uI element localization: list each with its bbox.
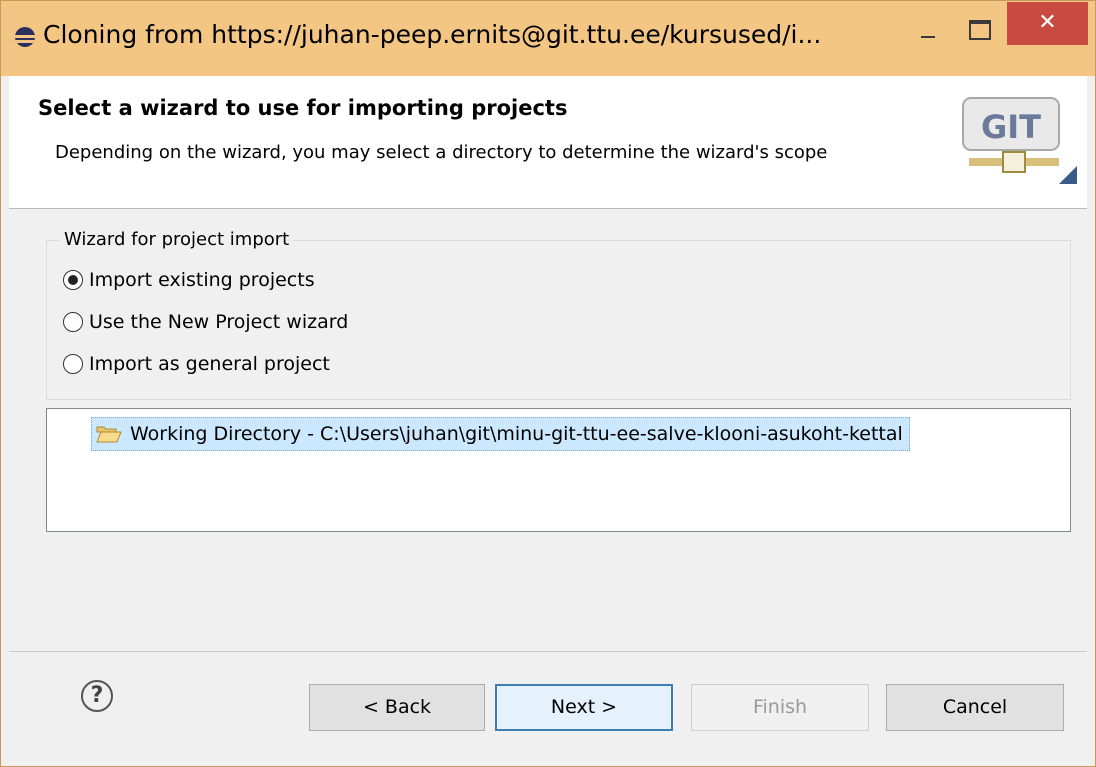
folder-open-icon [96, 426, 122, 443]
footer-separator [9, 651, 1087, 652]
wizard-header: Select a wizard to use for importing pro… [9, 76, 1087, 209]
radio-label: Import as general project [89, 353, 330, 375]
page-description: Depending on the wizard, you may select … [55, 142, 828, 163]
window-title: Cloning from https://juhan-peep.ernits@g… [43, 20, 822, 49]
eclipse-icon [15, 27, 35, 47]
radio-label: Import existing projects [89, 269, 315, 291]
page-title: Select a wizard to use for importing pro… [38, 96, 568, 120]
radio-unselected-icon[interactable] [63, 312, 83, 332]
git-logo-text: GIT [981, 108, 1041, 146]
git-logo-icon: GIT [962, 97, 1077, 184]
radio-unselected-icon[interactable] [63, 354, 83, 374]
next-button[interactable]: Next > [495, 684, 673, 731]
tree-item-label: Working Directory - C:\Users\juhan\git\m… [130, 423, 903, 445]
import-wizard-dialog: Cloning from https://juhan-peep.ernits@g… [0, 0, 1096, 767]
back-button[interactable]: < Back [309, 684, 485, 731]
finish-button[interactable]: Finish [691, 684, 869, 731]
radio-label: Use the New Project wizard [89, 311, 349, 333]
radio-selected-icon[interactable] [63, 270, 83, 290]
maximize-button[interactable] [955, 9, 1001, 49]
radio-use-new-project-wizard[interactable]: Use the New Project wizard [63, 311, 348, 333]
radio-import-existing-projects[interactable]: Import existing projects [63, 269, 315, 291]
radio-import-as-general-project[interactable]: Import as general project [63, 353, 330, 375]
group-label: Wizard for project import [60, 229, 294, 250]
wizard-for-project-import-group: Wizard for project import Import existin… [46, 229, 1071, 400]
title-bar[interactable]: Cloning from https://juhan-peep.ernits@g… [1, 1, 1095, 76]
tree-item-working-directory[interactable]: Working Directory - C:\Users\juhan\git\m… [91, 417, 910, 451]
minimize-button[interactable] [909, 9, 947, 49]
cancel-button[interactable]: Cancel [886, 684, 1064, 731]
directory-tree[interactable]: Working Directory - C:\Users\juhan\git\m… [46, 408, 1071, 532]
help-icon[interactable]: ? [81, 680, 113, 712]
close-button[interactable]: ✕ [1007, 2, 1088, 45]
